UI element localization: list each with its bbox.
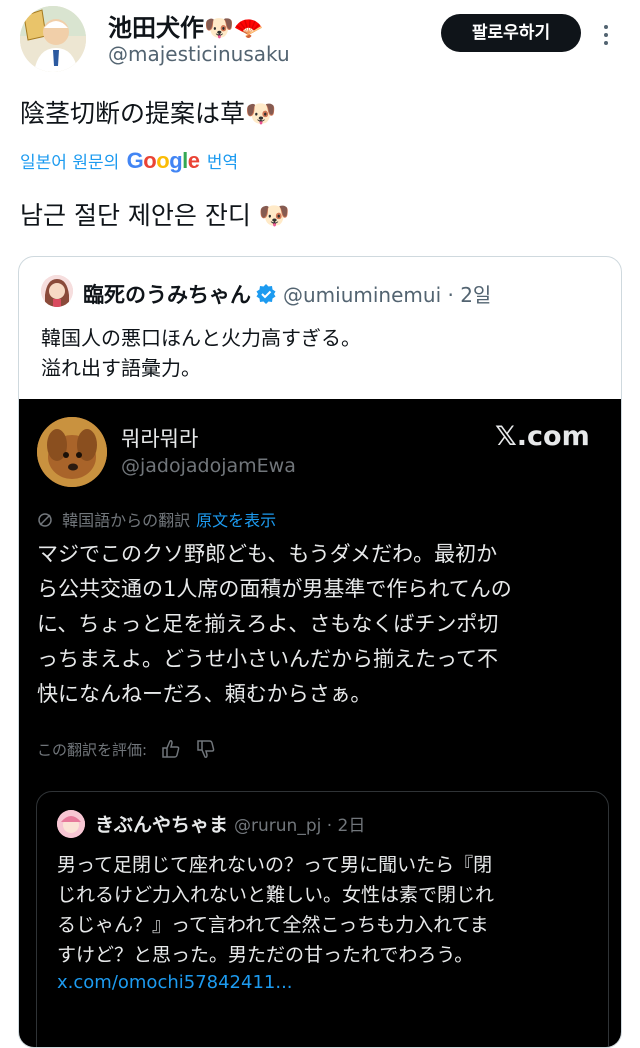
google-logo: Google (127, 148, 200, 173)
google-e: e (187, 148, 200, 173)
inner-quote-name: きぶんやちゃま (95, 814, 229, 836)
translation-note-label: 韓国語からの翻訳 (62, 511, 191, 530)
thumbs-up-icon (162, 740, 180, 758)
show-original-link: 原文を表示 (196, 511, 277, 530)
quote-author-handle[interactable]: @umiuminemui · 2일 (283, 283, 491, 307)
translate-suffix: 번역 (206, 153, 239, 173)
quote-author-name[interactable]: 臨死のうみちゃん (83, 283, 251, 307)
translated-text: 남근 절단 제안은 잔디 🐶 (20, 201, 290, 230)
follow-button[interactable]: 팔로우하기 (441, 14, 581, 52)
verified-badge-icon (256, 284, 276, 304)
google-o2: o (156, 148, 170, 173)
rate-translation-label: この翻訳を評価: (37, 741, 148, 759)
screenshot-author-name: 뭐라뭐라 (121, 427, 199, 451)
author-display-name[interactable]: 池田犬作🐶🪭 (108, 8, 264, 43)
inner-quote-author-line: きぶんやちゃま @rurun_pj · 2日 (95, 810, 365, 837)
quote-text: 韓国人の悪口ほんと火力高すぎる。 溢れ出す語彙力。 (41, 326, 361, 380)
inner-quote-text: 男って足閉じて座れないの？って男に聞いたら『閉 じれるけど力入れないと難しい。女… (57, 854, 495, 966)
google-o1: o (143, 148, 157, 173)
author-handle[interactable]: @majesticinusaku (108, 42, 290, 66)
screenshot-author-avatar (37, 417, 107, 487)
attached-screenshot[interactable]: 뭐라뭐라 @jadojadojamEwa 𝕏.com 韓国語からの翻訳 原文を表示… (19, 399, 621, 1047)
inner-quote-link: x.com/omochi57842411... (57, 972, 293, 993)
quote-author-line[interactable]: 臨死のうみちゃん @umiuminemui · 2일 (83, 279, 491, 309)
rate-translation: この翻訳を評価: (37, 739, 217, 760)
screenshot-author-handle: @jadojadojamEwa (121, 455, 296, 477)
quoted-tweet-card[interactable]: 臨死のうみちゃん @umiuminemui · 2일 韓国人の悪口ほんと火力高す… (18, 256, 622, 1048)
quote-author-avatar[interactable] (41, 275, 73, 307)
translate-link[interactable]: 일본어 원문의 Google 번역 (20, 148, 238, 174)
inner-quote-handle: @rurun_pj · 2日 (234, 816, 366, 836)
google-g: G (126, 148, 144, 173)
inner-quote-avatar (57, 810, 85, 838)
translate-prefix: 일본어 원문의 (20, 153, 120, 173)
more-vertical-icon[interactable] (596, 20, 616, 50)
screenshot-inner-quote: きぶんやちゃま @rurun_pj · 2日 男って足閉じて座れないの？って男に聞… (36, 791, 609, 1047)
author-avatar[interactable] (20, 6, 86, 72)
translation-note: 韓国語からの翻訳 原文を表示 (37, 507, 276, 531)
x-logo: 𝕏.com (495, 421, 590, 452)
google-g2: g (169, 148, 183, 173)
screenshot-tweet-text: マジでこのクソ野郎ども、もうダメだわ。最初か ら公共交通の1人席の面積が男基準で… (37, 542, 512, 706)
translate-icon (38, 513, 52, 527)
thumbs-down-icon (196, 740, 214, 758)
tweet-text: 陰茎切断の提案は草🐶 (20, 99, 277, 128)
